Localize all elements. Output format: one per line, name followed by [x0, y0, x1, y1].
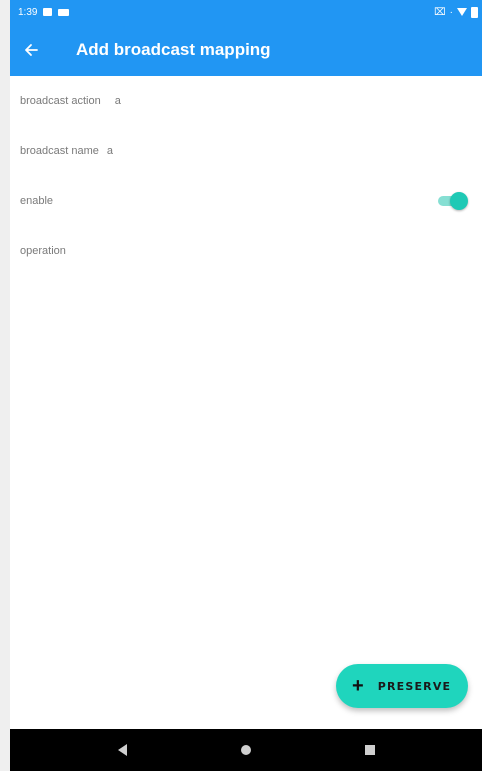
- preserve-label: PRESERVE: [377, 679, 452, 693]
- switch-thumb: [450, 192, 468, 210]
- photo-icon: [43, 8, 53, 16]
- broadcast-name-value[interactable]: a: [107, 145, 113, 157]
- enable-switch[interactable]: [436, 191, 468, 211]
- home-circle-icon: [241, 745, 251, 755]
- nav-home-button[interactable]: [226, 729, 266, 771]
- screen: 1:39 ⌧ · Add broadcast mapping broadcast…: [10, 0, 482, 771]
- back-triangle-icon: [117, 744, 127, 756]
- system-nav-bar: [10, 729, 482, 771]
- operation-row[interactable]: operation: [10, 226, 482, 276]
- status-left: 1:39: [18, 6, 70, 18]
- broadcast-name-label: broadcast name: [20, 145, 99, 157]
- wifi-icon: [457, 8, 467, 16]
- form: broadcast action a broadcast name a enab…: [10, 76, 482, 276]
- battery-icon: [471, 6, 478, 18]
- plus-icon: +: [352, 675, 364, 697]
- arrow-left-icon: [25, 44, 38, 56]
- broadcast-name-row[interactable]: broadcast name a: [10, 126, 482, 176]
- status-time: 1:39: [18, 6, 38, 18]
- nav-back-button[interactable]: [102, 729, 142, 771]
- status-right: ⌧ ·: [434, 6, 478, 18]
- message-icon: [58, 8, 70, 16]
- enable-row: enable: [10, 176, 482, 226]
- page-title: Add broadcast mapping: [76, 40, 271, 59]
- enable-label: enable: [20, 195, 54, 207]
- operation-label: operation: [20, 245, 66, 257]
- signal-dot: ·: [449, 6, 453, 18]
- back-button[interactable]: [24, 24, 64, 76]
- no-sim-icon: ⌧: [434, 6, 446, 18]
- broadcast-action-row[interactable]: broadcast action a: [10, 76, 482, 126]
- recents-square-icon: [365, 745, 375, 755]
- status-bar: 1:39 ⌧ ·: [10, 0, 482, 24]
- nav-recents-button[interactable]: [350, 729, 390, 771]
- app-bar: Add broadcast mapping: [10, 24, 482, 76]
- preserve-button[interactable]: + PRESERVE: [336, 664, 468, 708]
- broadcast-action-value[interactable]: a: [115, 95, 121, 107]
- broadcast-action-label: broadcast action: [20, 95, 101, 107]
